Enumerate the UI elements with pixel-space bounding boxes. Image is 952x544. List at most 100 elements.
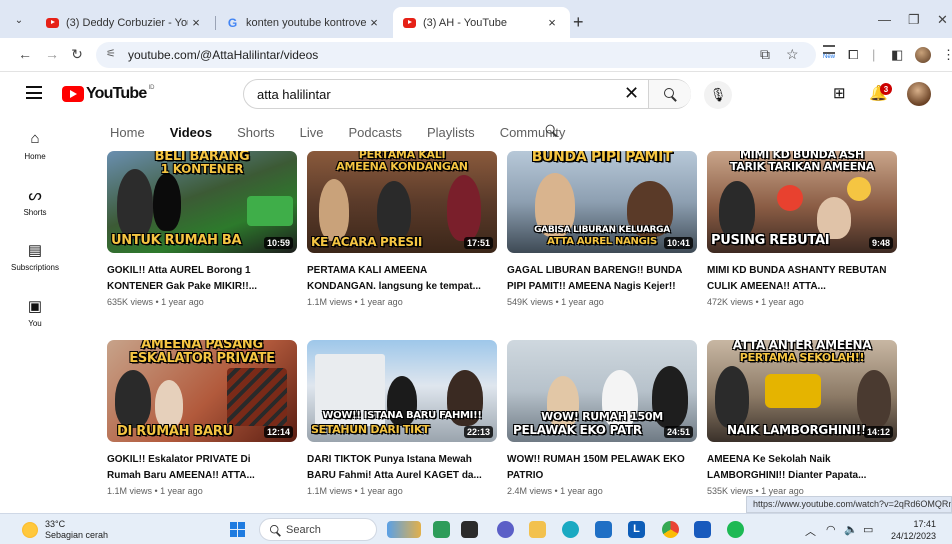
word-icon[interactable]: [694, 521, 711, 538]
guide-item-shorts[interactable]: ᔕ Shorts: [0, 186, 70, 217]
video-duration: 14:12: [863, 426, 893, 438]
volume-icon[interactable]: 🔈: [844, 523, 858, 536]
bookmark-star-icon[interactable]: ☆: [786, 46, 799, 63]
create-video-icon[interactable]: ⊞: [833, 84, 846, 102]
close-tab-icon[interactable]: ×: [188, 15, 204, 30]
weather-widget[interactable]: 33°C Sebagian cerah: [22, 519, 108, 541]
temperature: 33°C: [45, 519, 66, 529]
video-meta: 1.1M views • 1 year ago: [107, 486, 203, 496]
search-icon: [545, 124, 558, 137]
video-thumbnail[interactable]: AMEENA PASANG ESKALATOR PRIVATE DI RUMAH…: [107, 340, 297, 442]
system-clock[interactable]: 17:41 24/12/2023: [886, 518, 936, 542]
guide-label: Shorts: [23, 208, 47, 217]
reload-icon[interactable]: ↻: [68, 46, 86, 63]
video-thumbnail[interactable]: BELI BARANG 1 KONTENER UNTUK RUMAH BA 10…: [107, 151, 297, 253]
video-thumbnail[interactable]: ATTA ANTER AMEENA PERTAMA SEKOLAH!! NAIK…: [707, 340, 897, 442]
angry-emoji-icon: [777, 185, 803, 211]
windows-start-icon[interactable]: [230, 522, 245, 537]
tab-title: (3) Deddy Corbuzier - YouTube: [66, 16, 188, 29]
guide-menu-icon[interactable]: [26, 86, 42, 99]
escalator-image: [227, 368, 287, 426]
browser-tab-2[interactable]: G konten youtube kontroversi ind ×: [216, 7, 392, 38]
tab-live[interactable]: Live: [300, 125, 324, 145]
video-title[interactable]: GOKIL!! Atta AUREL Borong 1 KONTENER Gak…: [107, 263, 287, 295]
thumbnail-person: [377, 181, 411, 241]
extensions-puzzle-icon[interactable]: ⧠: [848, 47, 858, 63]
thumbnail-text: WOW!! ISTANA BARU FAHMI!!: [322, 410, 482, 421]
close-window-icon[interactable]: ✕: [937, 12, 948, 28]
search-input[interactable]: atta halilintar ✕: [243, 79, 691, 109]
you-icon: ▣: [27, 298, 43, 315]
video-title[interactable]: GOKIL!! Eskalator PRIVATE Di Rumah Baru …: [107, 452, 287, 484]
video-thumbnail[interactable]: MIMI KD BUNDA ASH TARIK TARIKAN AMEENA P…: [707, 151, 897, 253]
extension-new-icon[interactable]: New: [822, 43, 836, 65]
guide-label: You: [28, 319, 42, 328]
video-title[interactable]: DARI TIKTOK Punya Istana Mewah BARU Fahm…: [307, 452, 487, 484]
weather-condition: Sebagian cerah: [45, 530, 109, 540]
new-tab-icon[interactable]: +: [573, 12, 584, 33]
tab-videos[interactable]: Videos: [169, 125, 213, 157]
tab-home[interactable]: Home: [110, 125, 145, 145]
guide-item-subscriptions[interactable]: ▤ Subscriptions: [0, 241, 70, 272]
url-text: youtube.com/@AttaHalilintar/videos: [128, 48, 319, 62]
forward-icon[interactable]: →: [43, 46, 61, 62]
side-panel-icon[interactable]: ◧: [891, 47, 903, 63]
chrome-menu-icon[interactable]: ⋮: [942, 47, 952, 63]
video-thumbnail[interactable]: PERTAMA KALI AMEENA KONDANGAN KE ACARA P…: [307, 151, 497, 253]
video-title[interactable]: WOW!! RUMAH 150M PELAWAK EKO PATRIO: [507, 452, 687, 484]
thumbnail-text: 1 KONTENER: [160, 162, 244, 176]
video-thumbnail[interactable]: WOW! RUMAH 150M PELAWAK EKO PATR 24:51: [507, 340, 697, 442]
back-icon[interactable]: ←: [16, 46, 34, 62]
edge-icon[interactable]: [562, 521, 579, 538]
new-badge-label: New: [822, 54, 835, 60]
tab-shorts[interactable]: Shorts: [237, 125, 275, 145]
video-title[interactable]: PERTAMA KALI AMEENA KONDANGAN. langsung …: [307, 263, 487, 295]
account-avatar[interactable]: [907, 82, 931, 106]
search-button[interactable]: [648, 80, 691, 108]
guide-item-home[interactable]: ⌂ Home: [0, 130, 70, 161]
task-view-icon[interactable]: [461, 521, 478, 538]
video-title[interactable]: AMEENA Ke Sekolah Naik LAMBORGHINI!! Dia…: [707, 452, 887, 484]
store-icon[interactable]: [595, 521, 612, 538]
install-app-icon[interactable]: ⧉: [760, 46, 770, 63]
lightshot-icon[interactable]: L: [628, 521, 645, 538]
voice-search-icon[interactable]: 🎙: [704, 81, 732, 109]
video-duration: 12:14: [263, 426, 293, 438]
video-title[interactable]: MIMI KD BUNDA ASHANTY REBUTAN CULIK AMEE…: [707, 263, 887, 295]
file-explorer-icon[interactable]: [529, 521, 546, 538]
tab-podcasts[interactable]: Podcasts: [349, 125, 402, 145]
video-meta: 549K views • 1 year ago: [507, 297, 604, 307]
video-thumbnail[interactable]: BUNDA PIPI PAMIT GABISA LIBURAN KELUARGA…: [507, 151, 697, 253]
video-title[interactable]: GAGAL LIBURAN BARENG!! BUNDA PIPI PAMIT!…: [507, 263, 687, 295]
restore-icon[interactable]: ❐: [908, 12, 920, 28]
tab-search-chevron-icon[interactable]: ⌄: [8, 9, 30, 31]
thumbnail-person: [115, 370, 151, 428]
clock-date: 24/12/2023: [890, 531, 936, 541]
channel-search-icon[interactable]: [545, 124, 558, 137]
clear-search-icon[interactable]: ✕: [624, 83, 639, 104]
tab-playlists[interactable]: Playlists: [427, 125, 475, 145]
browser-tab-3-active[interactable]: (3) AH - YouTube ×: [393, 7, 570, 38]
video-thumbnail[interactable]: WOW!! ISTANA BARU FAHMI!! SETAHUN DARI T…: [307, 340, 497, 442]
site-info-icon[interactable]: ⚟: [106, 47, 116, 60]
close-tab-icon[interactable]: ×: [544, 15, 560, 30]
chrome-icon[interactable]: [662, 521, 679, 538]
battery-icon[interactable]: ▭: [863, 523, 873, 536]
address-bar[interactable]: ⚟ youtube.com/@AttaHalilintar/videos ⧉ ☆: [96, 42, 816, 68]
copilot-icon[interactable]: [433, 521, 450, 538]
search-highlight-icon[interactable]: [387, 521, 421, 538]
close-tab-icon[interactable]: ×: [366, 15, 382, 30]
guide-item-you[interactable]: ▣ You: [0, 297, 70, 328]
clock-time: 17:41: [913, 519, 936, 529]
chat-icon[interactable]: [497, 521, 514, 538]
wifi-icon[interactable]: ◠: [826, 523, 836, 536]
youtube-logo[interactable]: YouTube ID: [62, 85, 154, 103]
chrome-profile-avatar[interactable]: [915, 47, 931, 63]
spotify-icon[interactable]: [727, 521, 744, 538]
youtube-icon: [46, 17, 59, 28]
video-meta: 535K views • 1 year ago: [707, 486, 804, 496]
show-hidden-icons-icon[interactable]: ︿: [805, 523, 816, 539]
minimize-icon[interactable]: —: [878, 12, 891, 27]
browser-tab-1[interactable]: (3) Deddy Corbuzier - YouTube ×: [36, 7, 214, 38]
taskbar-search[interactable]: Search: [259, 518, 377, 541]
